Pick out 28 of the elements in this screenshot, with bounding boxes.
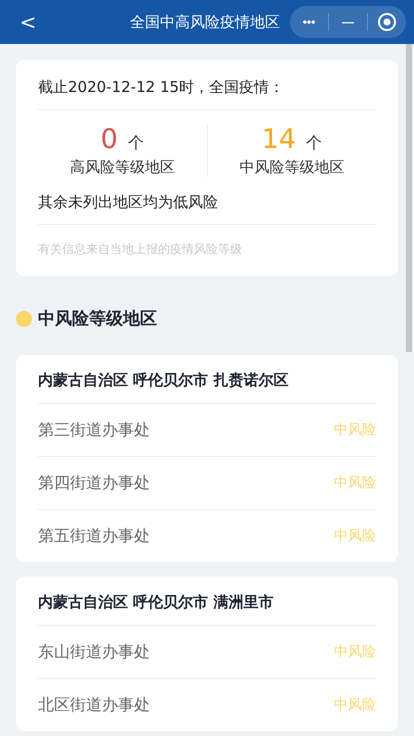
count-unit: 个	[128, 133, 144, 154]
area-count: 14	[262, 124, 296, 156]
count-unit: 个	[306, 133, 322, 154]
risk-level: 中风险	[334, 474, 376, 492]
section-title: 中风险等级地区	[38, 308, 157, 330]
summary-heading: 截止2020-12-12 15时，全国疫情：	[38, 60, 376, 110]
more-button[interactable]: •••	[290, 6, 328, 38]
stat-label: 高风险等级地区	[70, 158, 175, 177]
back-button[interactable]: <	[16, 10, 40, 34]
place-name: 北区街道办事处	[38, 694, 150, 716]
risk-level: 中风险	[334, 643, 376, 661]
risk-level: 中风险	[334, 527, 376, 545]
source-note: 有关信息来自当地上报的疫情风险等级	[38, 241, 243, 258]
risk-level: 中风险	[334, 696, 376, 714]
low-risk-note: 其余未列出地区均为低风险	[38, 177, 376, 225]
area-count: 0	[100, 124, 118, 156]
minimize-button[interactable]: —	[329, 6, 367, 38]
place-name: 第五街道办事处	[38, 526, 150, 546]
page-title: 全国中高风险疫情地区	[129, 12, 281, 32]
area-name: 内蒙古自治区 呼伦贝尔市 扎赉诺尔区	[38, 355, 376, 404]
place-name: 第四街道办事处	[38, 472, 150, 494]
target-icon	[377, 12, 397, 32]
risk-level: 中风险	[334, 421, 376, 439]
scrollbar[interactable]	[406, 44, 412, 352]
stat-label: 中风险等级地区	[239, 158, 344, 177]
area-name: 内蒙古自治区 呼伦贝尔市 满洲里市	[38, 577, 376, 626]
place-name: 第三街道办事处	[38, 420, 150, 440]
place-name: 东山街道办事处	[38, 642, 150, 662]
